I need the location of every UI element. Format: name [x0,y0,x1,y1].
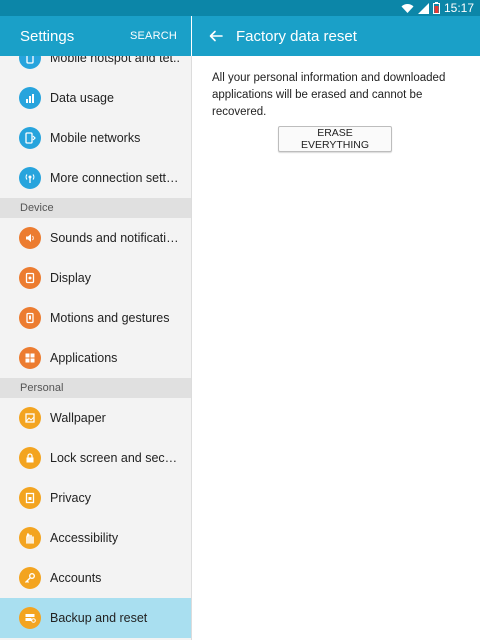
section-personal: Personal [0,378,191,398]
sidebar-item-accounts[interactable]: Accounts [0,558,191,598]
status-time: 15:17 [443,1,474,15]
accessibility-icon [19,527,41,549]
status-bar: 15:17 [0,0,480,16]
sidebar-item-label: Backup and reset [50,611,148,625]
sidebar-item-label: Data usage [50,91,114,105]
mobile-networks-icon [19,127,41,149]
sidebar-item-wallpaper[interactable]: Wallpaper [0,398,191,438]
sidebar-item-label: Accounts [50,571,102,585]
battery-icon [432,2,440,14]
sidebar-item-motions[interactable]: Motions and gestures [0,298,191,338]
sidebar-item-applications[interactable]: Applications [0,338,191,378]
motions-icon [19,307,41,329]
sidebar-item-sounds[interactable]: Sounds and notification.. [0,218,191,258]
data-usage-icon [19,87,41,109]
sidebar-item-more-connection[interactable]: More connection settin.. [0,158,191,198]
backup-icon [19,607,41,629]
wallpaper-icon [19,407,41,429]
privacy-icon [19,487,41,509]
status-icons [401,2,440,14]
sidebar-item-privacy[interactable]: Privacy [0,478,191,518]
sidebar-item-data-usage[interactable]: Data usage [0,78,191,118]
settings-header: Settings SEARCH [0,16,191,56]
key-icon [19,567,41,589]
sidebar-item-label: Mobile hotspot and tet.. [50,56,180,65]
sidebar-item-label: More connection settin.. [50,171,180,185]
hotspot-icon [19,56,41,69]
sidebar-item-label: Display [50,271,91,285]
sidebar-item-label: Mobile networks [50,131,141,145]
sidebar-item-mobile-hotspot[interactable]: Mobile hotspot and tet.. [0,56,191,78]
sidebar-item-backup-and-reset[interactable]: Backup and reset [0,598,191,638]
sidebar-item-display[interactable]: Display [0,258,191,298]
search-button[interactable]: SEARCH [130,30,177,42]
detail-header: Factory data reset [192,16,480,56]
sidebar-item-label: Lock screen and securi.. [50,451,180,465]
sidebar-item-lock-screen[interactable]: Lock screen and securi.. [0,438,191,478]
sidebar-item-label: Privacy [50,491,91,505]
page-title: Factory data reset [236,27,357,45]
more-connections-icon [19,167,41,189]
settings-title: Settings [20,27,75,45]
sidebar-item-label: Sounds and notification.. [50,231,180,245]
erase-everything-button[interactable]: ERASE EVERYTHING [278,126,392,152]
signal-icon [417,2,429,14]
section-device: Device [0,198,191,218]
sidebar-item-label: Motions and gestures [50,311,170,325]
applications-icon [19,347,41,369]
lock-icon [19,447,41,469]
display-icon [19,267,41,289]
back-arrow-icon[interactable] [204,24,228,48]
sidebar-item-mobile-networks[interactable]: Mobile networks [0,118,191,158]
settings-sidebar: Mobile hotspot and tet.. Data usage Mobi… [0,56,191,640]
sidebar-item-accessibility[interactable]: Accessibility [0,518,191,558]
reset-description: All your personal information and downlo… [212,72,446,118]
sound-icon [19,227,41,249]
sidebar-item-label: Accessibility [50,531,119,545]
wifi-icon [401,3,414,14]
sidebar-item-label: Wallpaper [50,411,106,425]
detail-pane: All your personal information and downlo… [192,56,480,640]
sidebar-item-label: Applications [50,351,118,365]
